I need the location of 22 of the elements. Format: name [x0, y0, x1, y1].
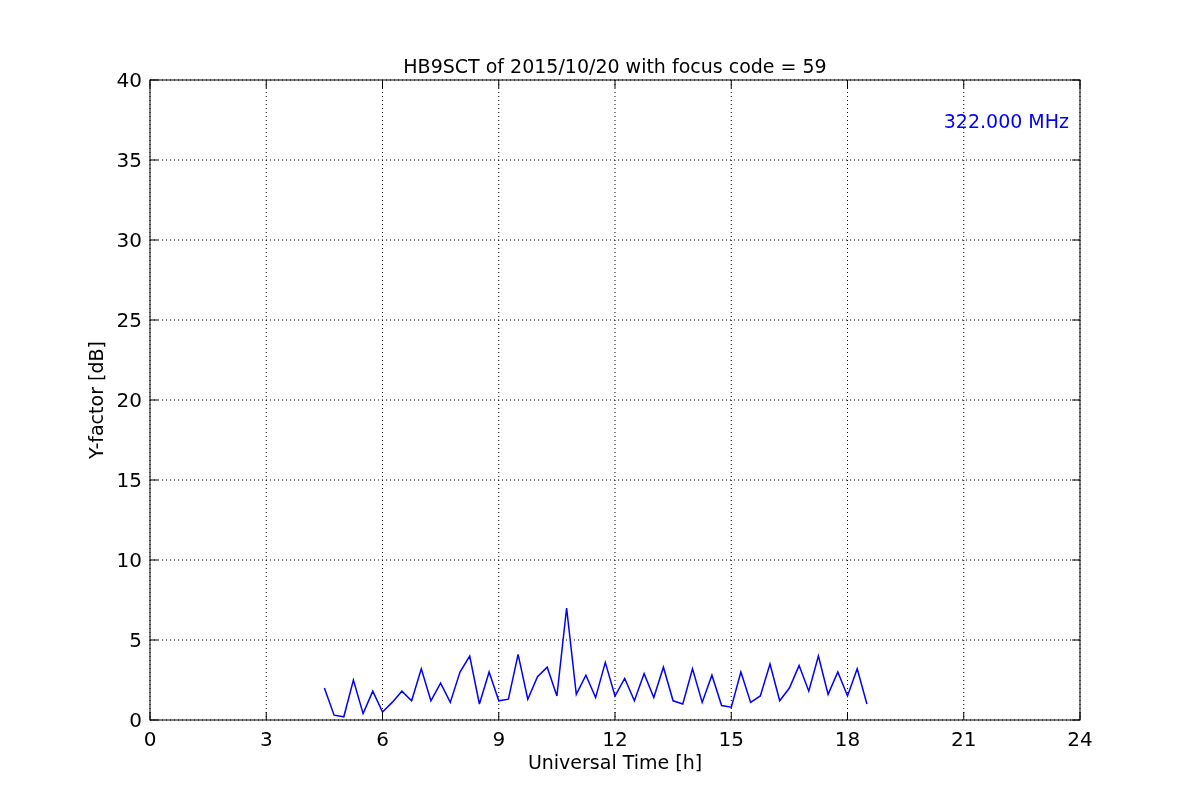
x-tick-label: 9: [492, 727, 506, 751]
y-tick-label: 15: [116, 468, 142, 492]
y-tick-label: 5: [129, 628, 142, 652]
y-axis-label: Y-factor [dB]: [85, 341, 107, 459]
x-tick-label: 12: [602, 727, 628, 751]
x-tick-label: 21: [951, 727, 977, 751]
x-axis-label: Universal Time [h]: [527, 751, 703, 773]
y-tick-label: 20: [116, 388, 142, 412]
y-tick-label: 35: [116, 148, 142, 172]
y-tick-label: 25: [116, 308, 142, 332]
x-tick-label: 15: [718, 727, 744, 751]
x-tick-label: 3: [259, 727, 273, 751]
x-tick-label: 18: [834, 727, 861, 751]
y-tick-label: 30: [116, 228, 142, 252]
y-tick-label: 40: [116, 68, 142, 92]
series-label: 322.000 MHz: [943, 110, 1069, 132]
chart-title: HB9SCT of 2015/10/20 with focus code = 59: [403, 55, 827, 77]
x-tick-label: 6: [376, 727, 389, 751]
y-tick-label: 10: [116, 548, 142, 572]
x-tick-label: 0: [143, 727, 157, 751]
x-tick-label: 24: [1067, 727, 1093, 751]
y-tick-label: 0: [129, 708, 142, 732]
